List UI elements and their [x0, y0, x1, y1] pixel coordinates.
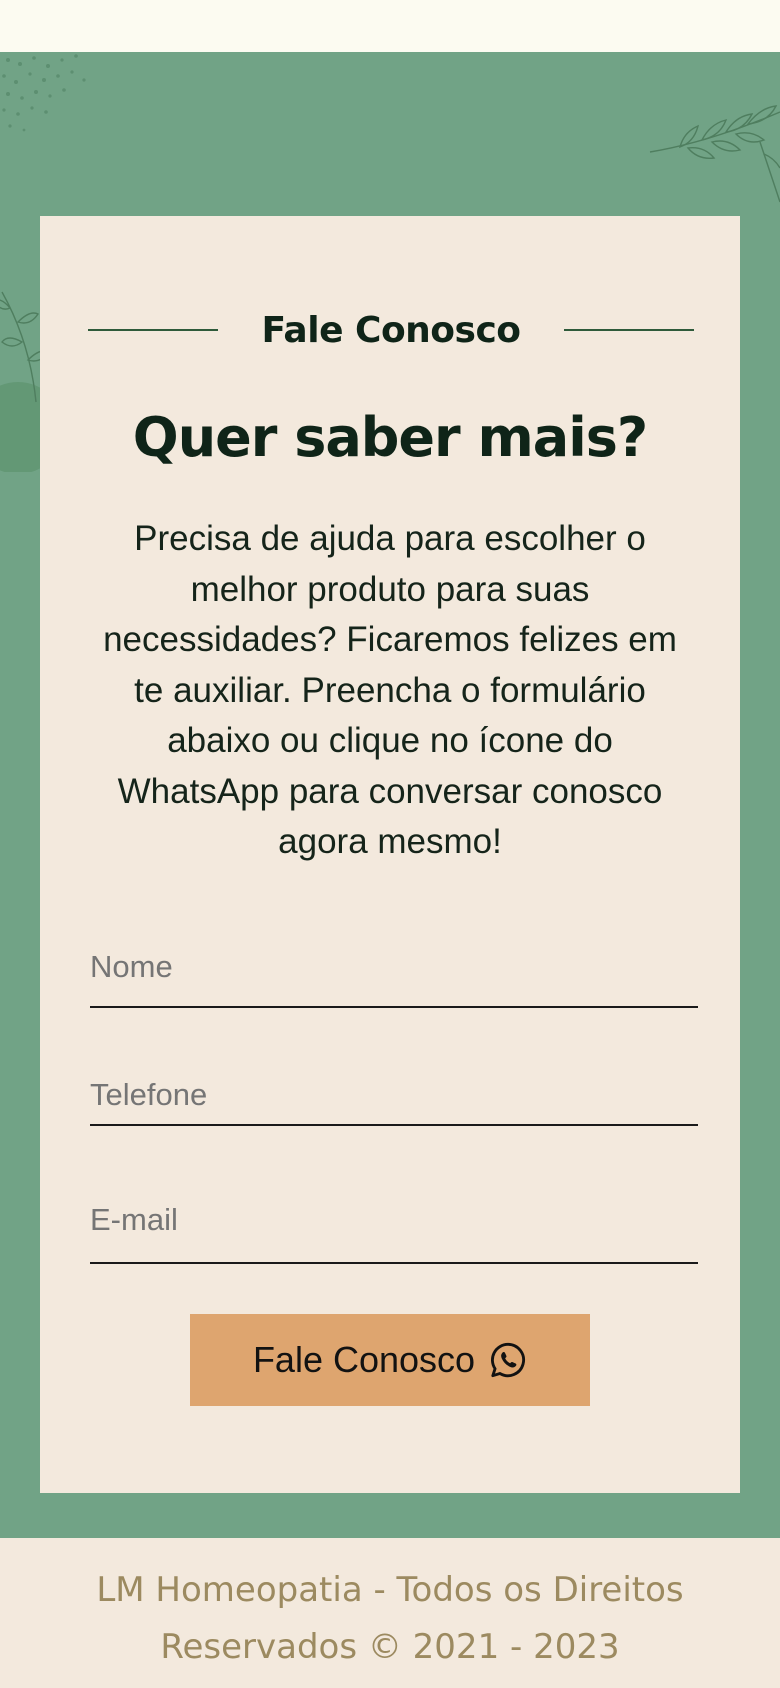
headline: Quer saber mais? [132, 406, 648, 469]
contact-submit-label: Fale Conosco [252, 1339, 476, 1380]
section-title: Fale Conosco [261, 309, 521, 351]
contact-submit-button[interactable]: Fale Conosco [190, 1314, 590, 1406]
footer: LM Homeopatia - Todos os Direitos Reserv… [0, 1538, 780, 1688]
top-bar [0, 0, 780, 52]
footer-copyright: LM Homeopatia - Todos os Direitos Reserv… [96, 1570, 684, 1667]
description-text: Precisa de ajuda para escolher o melhor … [103, 519, 677, 861]
heading-divider-left [88, 329, 218, 331]
dots-decoration-icon [2, 54, 86, 132]
heading-divider-right [563, 329, 694, 331]
phone-input[interactable] [90, 1066, 698, 1126]
whatsapp-icon [491, 1342, 526, 1378]
contact-section: Fale Conosco Quer saber mais? Precisa de… [0, 52, 780, 1538]
section-heading: Fale Conosco [88, 304, 694, 356]
contact-card: Fale Conosco Quer saber mais? Precisa de… [40, 216, 740, 1493]
name-input[interactable] [90, 928, 698, 1008]
email-input[interactable] [90, 1178, 698, 1264]
leaves-decoration-icon [649, 105, 780, 203]
